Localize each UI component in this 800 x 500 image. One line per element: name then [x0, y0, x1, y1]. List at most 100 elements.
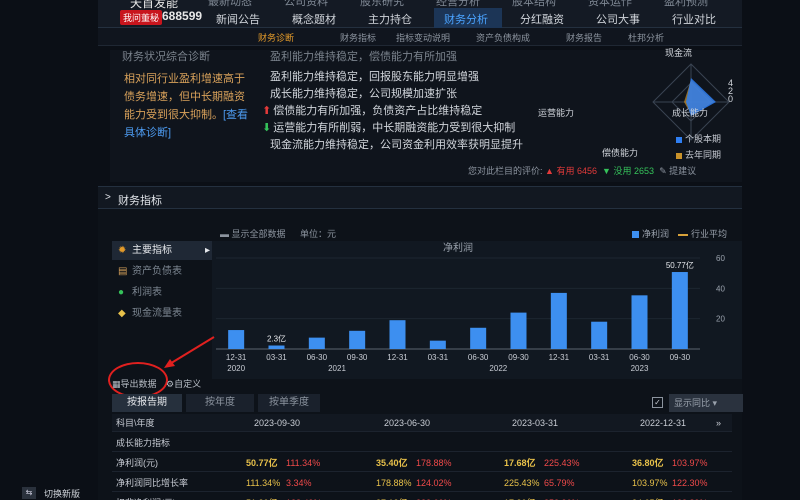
nav-item[interactable]: 新闻公告 [216, 11, 260, 27]
table-cell-value: 225.43% [504, 478, 540, 488]
arrow-up-icon: ⬆ [262, 105, 272, 117]
table-header-date[interactable]: 2022-12-31 [640, 414, 686, 432]
x-tick-label: 06-30 [468, 353, 489, 362]
switch-version-label[interactable]: 切换新版 [44, 487, 80, 500]
diagnosis-line-text: 偿债能力有所加强，负债资产占比维持稳定 [273, 105, 483, 117]
export-data-button[interactable]: ▦导出数据 [112, 377, 157, 390]
fin-title: 财务指标 [118, 195, 162, 207]
tab-by-quarter[interactable]: 按单季度 [258, 394, 320, 412]
table-row: 净利润(元) 50.77亿 111.34% 35.40亿 178.88% 17.68亿 22… [112, 454, 732, 472]
diagnosis-line: ⬇ 运营能力有所削弱，中长期融资能力受到很大抑制 [262, 119, 515, 135]
arrow-down-icon: ⬇ [262, 122, 272, 134]
bar [631, 295, 648, 349]
nav-item[interactable]: 行业对比 [672, 11, 716, 27]
bar [591, 321, 608, 349]
switch-version-bar[interactable]: ⇆ 切换新版 [0, 486, 98, 500]
table-cell-change: 124.02% [416, 478, 452, 488]
diagnosis-line: ⬆ 偿债能力有所加强，负债资产占比维持稳定 [262, 102, 482, 118]
subnav-item[interactable]: 指标变动说明 [396, 31, 450, 44]
bar [268, 345, 285, 349]
net-profit-chart: 净利润 20 40 60 12-31 03-31 06-30 09-30 12-31 03-31 0… [212, 241, 742, 379]
x-tick-label: 06-30 [629, 353, 650, 362]
ask-secretary-badge[interactable]: 我问董秘 [120, 10, 163, 25]
gear-icon: ⚙ [166, 379, 175, 389]
table-header-row: 科目\年度 2023-09-30 2023-06-30 2023-03-31 2022-… [112, 414, 732, 432]
compare-select[interactable]: 显示同比 ▾ [669, 394, 743, 412]
table-cell-change: 3.34% [286, 478, 312, 488]
data-label: 2.3亿 [267, 334, 286, 344]
nav-item[interactable]: 主力持仓 [368, 11, 412, 27]
useful-label[interactable]: 有用 [556, 166, 574, 176]
nav-top-item[interactable]: 资本运作 [588, 0, 632, 9]
table-header-date[interactable]: 2023-03-31 [512, 414, 558, 432]
radar-legend-current: 个股本期 [676, 132, 721, 145]
nav-item[interactable]: 公司大事 [596, 11, 640, 27]
table-cell-value: 111.34% [246, 478, 281, 488]
nav-top-item[interactable]: 盈利预测 [664, 0, 708, 9]
fin-menu-item[interactable]: ◆ 现金流量表 [112, 304, 214, 323]
table-row-label: 净利润(元) [116, 458, 158, 468]
fin-menu-item[interactable]: ▤ 资产负债表 [112, 262, 214, 281]
x-tick-label: 12-31 [549, 353, 570, 362]
table-cell-value: 103.97% [632, 478, 668, 488]
table-cell-value: 37.12亿 [376, 494, 408, 500]
nav-top-item[interactable]: 公司资料 [284, 0, 328, 9]
table-cell-value: 178.88% [376, 478, 412, 488]
radar-label-growth: 成长能力 [672, 108, 709, 118]
diagnosis-left-title: 财务状况综合诊断 [122, 51, 210, 63]
year-label: 2020 [227, 364, 245, 373]
fin-menu-item[interactable]: ● 利润表 [112, 283, 214, 302]
legend-swatch-current [676, 136, 682, 143]
nav-item[interactable]: 概念题材 [292, 11, 336, 27]
right-margin [742, 0, 800, 500]
subnav-item[interactable]: 资产负债构成 [476, 31, 530, 44]
x-tick-label: 09-30 [508, 353, 529, 362]
tab-by-period[interactable]: 按报告期 [112, 394, 182, 412]
bar [510, 312, 527, 349]
subnav-item[interactable]: 财务诊断 [258, 31, 294, 44]
diagnosis-line-text: 成长能力维持稳定，公司规模加速扩张 [270, 88, 457, 100]
bar [308, 337, 325, 349]
year-label: 2023 [631, 364, 649, 373]
thumbs-up-icon[interactable]: ▲ [545, 166, 554, 176]
legend-swatch-last-year [676, 152, 682, 159]
grid-icon: ▬ [220, 229, 232, 239]
compare-checkbox[interactable]: ✓ [652, 397, 663, 408]
nav-item[interactable]: 财务分析 [444, 11, 488, 27]
pencil-icon[interactable]: ✎ [659, 166, 667, 176]
table-cell-change: 178.88% [416, 458, 452, 468]
tab-by-year[interactable]: 按年度 [186, 394, 254, 412]
diagnosis-line-text: 盈利能力维持稳定，回报股东能力明显增强 [270, 71, 479, 83]
table-cell-value: 35.40亿 [376, 458, 408, 468]
suggest-link[interactable]: 提建议 [669, 166, 696, 176]
radar-tick-0: 0 [728, 94, 734, 104]
table-header-date[interactable]: 2023-06-30 [384, 414, 430, 432]
caret-right-icon: ▸ [204, 245, 210, 256]
custom-button[interactable]: ⚙自定义 [166, 377, 201, 390]
subnav-item[interactable]: 财务报告 [566, 31, 602, 44]
nav-top-item[interactable]: 经营分析 [436, 0, 480, 9]
table-header-date[interactable]: 2023-09-30 [254, 414, 300, 432]
nav-top-item[interactable]: 最新动态 [208, 0, 252, 9]
x-tick-label: 06-30 [307, 353, 328, 362]
x-tick-label: 12-31 [226, 353, 247, 362]
fin-menu-label: 利润表 [132, 287, 162, 298]
table-cell-change: 123.89% [672, 494, 708, 500]
stock-code: 688599 [162, 9, 203, 23]
subnav-item[interactable]: 财务指标 [340, 31, 376, 44]
subnav-item[interactable]: 杜邦分析 [628, 31, 664, 44]
fin-left-menu: ✹ 主要指标 ▸ ▤ 资产负债表 ● 利润表 ◆ 现金流量表 [112, 241, 214, 331]
fin-menu-item[interactable]: ✹ 主要指标 ▸ [112, 241, 214, 260]
nav-item[interactable]: 分红融资 [520, 11, 564, 27]
nav-top-item[interactable]: 股本结构 [512, 0, 556, 9]
useless-label[interactable]: 没用 [613, 166, 631, 176]
nav-top-item[interactable]: 股东研究 [360, 0, 404, 9]
table-row-label: 净利润同比增长率 [116, 478, 189, 488]
double-chevron-right-icon[interactable]: » [716, 414, 721, 432]
show-all-toggle[interactable]: ▬ 显示全部数据 [220, 227, 286, 240]
table-row-label: 扣非净利润(元) [116, 494, 176, 500]
table-cell-value: 50.77亿 [246, 458, 278, 468]
fin-header: > 财务指标 [98, 187, 742, 209]
export-icon: ▦ [112, 379, 121, 389]
thumbs-down-icon[interactable]: ▼ [602, 166, 611, 176]
